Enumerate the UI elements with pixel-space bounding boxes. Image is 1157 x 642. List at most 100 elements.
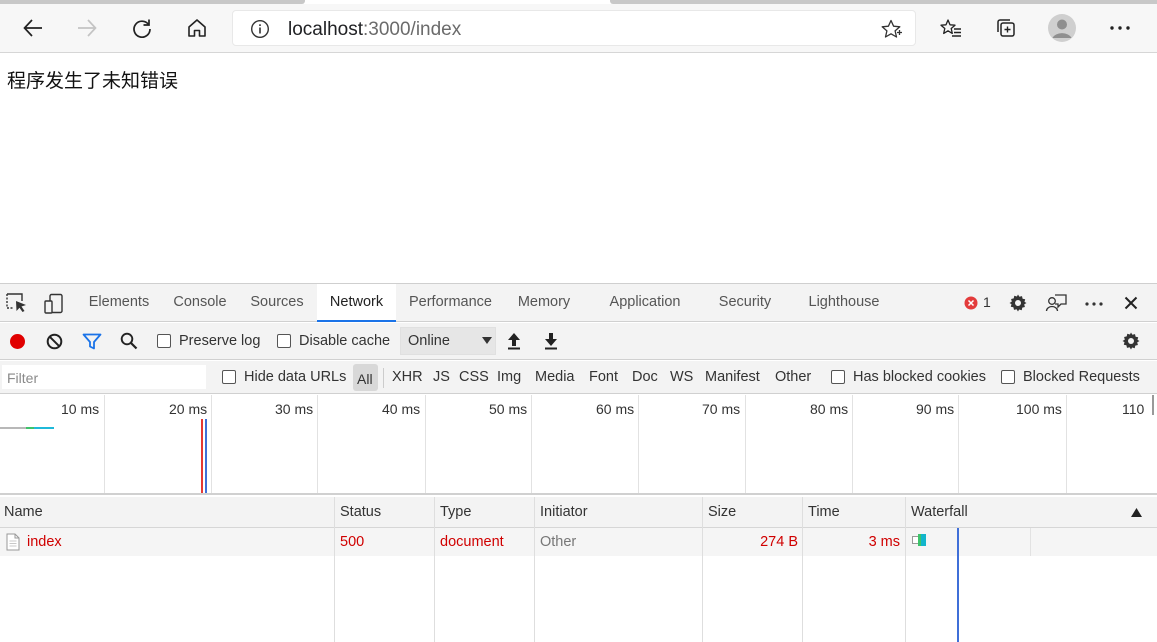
table-row[interactable]: index 500 document Other 274 B 3 ms xyxy=(0,528,1157,556)
filter-type-doc[interactable]: Doc xyxy=(632,369,658,385)
filter-type-css[interactable]: CSS xyxy=(459,369,489,385)
throttling-select[interactable]: Online xyxy=(400,327,496,355)
info-icon[interactable] xyxy=(250,19,270,39)
tab[interactable] xyxy=(0,0,305,4)
filter-type-js[interactable]: JS xyxy=(433,369,450,385)
tab-application[interactable]: Application xyxy=(598,284,692,322)
overview-resize-handle[interactable] xyxy=(1152,395,1154,415)
column-divider[interactable] xyxy=(702,497,703,642)
gear-icon[interactable] xyxy=(1008,293,1028,313)
favorites-button[interactable] xyxy=(935,12,967,44)
overview-gridline xyxy=(104,395,105,493)
filter-type-media[interactable]: Media xyxy=(535,369,575,385)
filter-type-ws[interactable]: WS xyxy=(670,369,693,385)
feedback-icon[interactable] xyxy=(1045,293,1067,315)
close-icon[interactable] xyxy=(1124,296,1138,310)
url-text[interactable]: localhost:3000/index xyxy=(288,19,461,41)
filter-input[interactable]: Filter xyxy=(2,365,206,389)
filter-type-all[interactable]: All xyxy=(357,371,373,387)
tab-lighthouse[interactable]: Lighthouse xyxy=(798,284,890,322)
overview-tick-label: 80 ms xyxy=(810,401,849,417)
dom-content-loaded-marker xyxy=(205,419,207,493)
filter-type-other[interactable]: Other xyxy=(775,369,811,385)
tab-security[interactable]: Security xyxy=(710,284,780,322)
disable-cache-label[interactable]: Disable cache xyxy=(299,333,390,349)
requests-table: Name Status Type Initiator Size Time Wat… xyxy=(0,497,1157,642)
filter-type-img[interactable]: Img xyxy=(497,369,521,385)
hide-data-urls-checkbox[interactable] xyxy=(222,370,236,384)
filter-type-manifest[interactable]: Manifest xyxy=(705,369,760,385)
back-button[interactable] xyxy=(17,12,49,44)
request-name[interactable]: index xyxy=(27,534,62,550)
has-blocked-cookies-label[interactable]: Has blocked cookies xyxy=(853,369,986,385)
upload-har-icon[interactable] xyxy=(506,332,522,350)
tab-sources[interactable]: Sources xyxy=(243,284,311,322)
table-header: Name Status Type Initiator Size Time Wat… xyxy=(0,497,1157,528)
column-divider[interactable] xyxy=(334,497,335,642)
preserve-log-checkbox[interactable] xyxy=(157,334,171,348)
filter-type-xhr[interactable]: XHR xyxy=(392,369,423,385)
sort-ascending-icon[interactable] xyxy=(1131,508,1142,517)
network-settings-gear-icon[interactable] xyxy=(1121,331,1141,351)
more-horizontal-icon[interactable] xyxy=(1084,301,1104,307)
has-blocked-cookies-checkbox[interactable] xyxy=(831,370,845,384)
settings-more-button[interactable] xyxy=(1104,12,1136,44)
device-toolbar-icon[interactable] xyxy=(43,293,65,315)
avatar-icon xyxy=(1048,14,1076,42)
column-divider[interactable] xyxy=(534,497,535,642)
tab-strip xyxy=(0,0,1157,4)
hide-data-urls-label[interactable]: Hide data URLs xyxy=(244,369,346,385)
overview-gridline xyxy=(1066,395,1067,493)
filter-type-font[interactable]: Font xyxy=(589,369,618,385)
network-toolbar: Preserve log Disable cache Online xyxy=(0,323,1157,360)
column-divider[interactable] xyxy=(802,497,803,642)
inspect-element-icon[interactable] xyxy=(6,293,28,313)
address-bar[interactable]: localhost:3000/index xyxy=(232,10,916,46)
preserve-log-label[interactable]: Preserve log xyxy=(179,333,260,349)
tab-performance[interactable]: Performance xyxy=(402,284,499,322)
blocked-requests-checkbox[interactable] xyxy=(1001,370,1015,384)
overview-gridline xyxy=(531,395,532,493)
favorite-star-icon[interactable] xyxy=(880,18,902,40)
search-icon[interactable] xyxy=(120,332,138,350)
overview-gridline xyxy=(958,395,959,493)
collections-icon xyxy=(997,19,1015,37)
tab-elements[interactable]: Elements xyxy=(80,284,158,322)
home-button[interactable] xyxy=(181,12,213,44)
tab-memory[interactable]: Memory xyxy=(508,284,580,322)
refresh-button[interactable] xyxy=(126,12,158,44)
tab-network[interactable]: Network xyxy=(317,284,396,322)
record-icon[interactable] xyxy=(9,333,26,350)
column-header-name[interactable]: Name xyxy=(4,504,43,520)
filter-icon[interactable] xyxy=(82,333,102,350)
column-divider[interactable] xyxy=(905,497,906,642)
column-header-initiator[interactable]: Initiator xyxy=(540,504,588,520)
overview-tick-label: 20 ms xyxy=(169,401,208,417)
blocked-requests-label[interactable]: Blocked Requests xyxy=(1023,369,1140,385)
error-icon[interactable] xyxy=(964,296,978,310)
clear-icon[interactable] xyxy=(46,333,63,350)
column-header-status[interactable]: Status xyxy=(340,504,381,520)
column-header-type[interactable]: Type xyxy=(440,504,471,520)
request-type: document xyxy=(440,534,504,550)
home-icon xyxy=(188,19,206,37)
disable-cache-checkbox[interactable] xyxy=(277,334,291,348)
collections-button[interactable] xyxy=(990,12,1022,44)
devtools-panel: Elements Console Sources Network Perform… xyxy=(0,283,1157,642)
error-count[interactable]: 1 xyxy=(983,294,991,310)
overview-gridline xyxy=(425,395,426,493)
overview-gridline xyxy=(211,395,212,493)
column-divider[interactable] xyxy=(434,497,435,642)
download-har-icon[interactable] xyxy=(543,332,559,350)
column-header-size[interactable]: Size xyxy=(708,504,736,520)
profile-button[interactable] xyxy=(1046,12,1078,44)
column-header-time[interactable]: Time xyxy=(808,504,840,520)
tab-console[interactable]: Console xyxy=(164,284,236,322)
overview-gridline xyxy=(317,395,318,493)
forward-button[interactable] xyxy=(71,12,103,44)
column-header-waterfall[interactable]: Waterfall xyxy=(911,504,968,520)
waterfall-dom-content-loaded-line xyxy=(957,528,959,642)
request-initiator: Other xyxy=(540,534,577,550)
network-overview[interactable]: 10 ms 20 ms 30 ms 40 ms 50 ms 60 ms 70 m… xyxy=(0,395,1157,495)
tab[interactable] xyxy=(610,0,1157,4)
